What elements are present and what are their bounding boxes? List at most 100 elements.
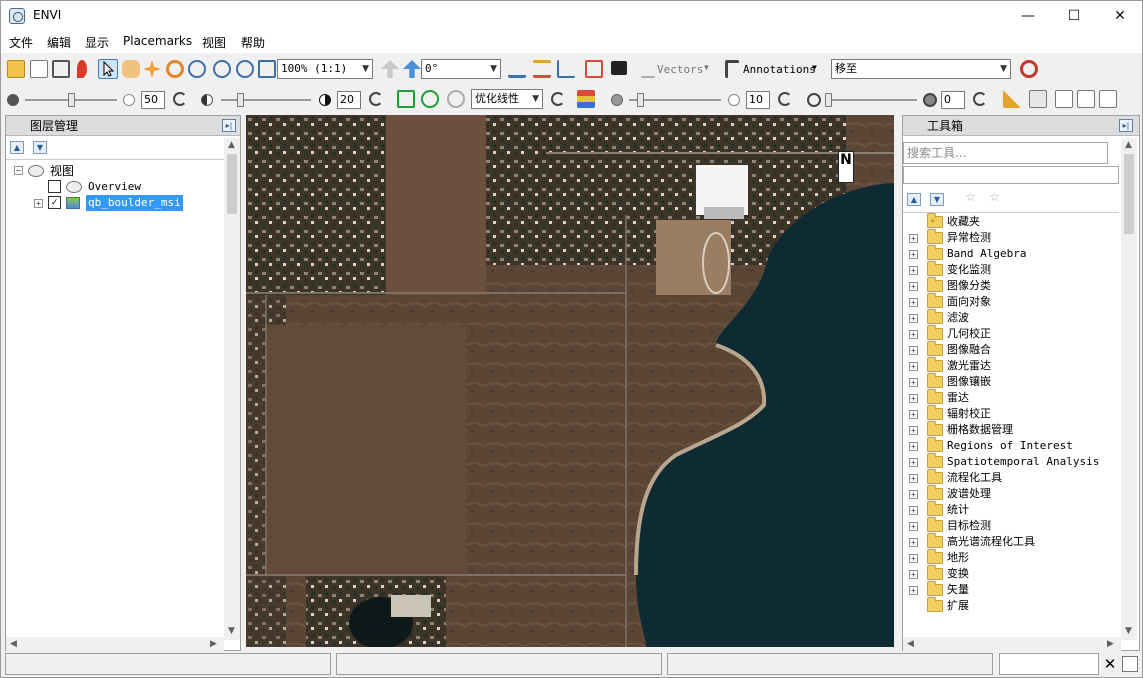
zoom-out-icon[interactable] [236,60,254,78]
toolbox-item[interactable]: + 雷达 [907,389,1117,406]
zoom-fit-icon[interactable] [258,60,276,78]
toolbox-item[interactable]: + 栅格数据管理 [907,421,1117,438]
toolbox-item-favorites[interactable]: ★ 收藏夹 [907,213,1117,230]
zoom-combo[interactable]: 100% (1:1) ▼ [277,59,373,79]
expand-icon[interactable]: + [909,282,918,291]
reset-contrast-icon[interactable] [369,92,383,106]
contrast-slider-track[interactable] [221,99,311,101]
scroll-up-icon[interactable]: ▲ [1125,140,1132,150]
menu-edit[interactable]: 编辑 [47,34,71,51]
view-grid-icon[interactable] [1099,90,1117,108]
expand-icon[interactable]: + [909,442,918,451]
annotations-button[interactable]: Annotations [743,63,816,76]
scroll-right-icon[interactable]: ▶ [1107,639,1114,649]
favorite-add-icon[interactable]: ☆ [965,190,976,204]
brightness-value-field[interactable]: 50 [141,91,165,109]
expand-icon[interactable]: + [909,330,918,339]
expand-icon[interactable]: + [909,266,918,275]
menu-display[interactable]: 显示 [85,34,109,51]
toolbox-item[interactable]: + 辐射校正 [907,405,1117,422]
cursor-value-icon[interactable] [508,60,526,78]
move-up-icon[interactable]: ▲ [10,141,24,154]
ruler-icon[interactable] [1003,90,1021,108]
contrast-value-field[interactable]: 20 [337,91,361,109]
scroll-left-icon[interactable]: ◀ [10,639,17,649]
toolbox-item[interactable]: + 波谱处理 [907,485,1117,502]
pixel-locator-icon[interactable] [611,61,627,75]
expand-icon[interactable]: + [909,586,918,595]
toolbox-item[interactable]: + 矢量 [907,581,1117,598]
favorite-remove-icon[interactable]: ☆ [989,190,1000,204]
expand-icon[interactable]: + [909,346,918,355]
cancel-process-icon[interactable]: ✕ [1102,655,1118,673]
roi-icon[interactable] [585,60,603,78]
toolbox-item[interactable]: + 目标检测 [907,517,1117,534]
vectors-button[interactable]: Vectors [657,63,703,76]
stretch-type-combo[interactable]: 优化线性 ▼ [471,89,543,109]
minimize-button[interactable]: — [1005,1,1051,31]
chart-icon[interactable] [557,60,575,78]
toolbox-item[interactable]: 扩展 [907,597,1117,614]
expand-icon[interactable]: + [34,199,43,208]
expand-icon[interactable]: + [909,298,918,307]
histogram-icon[interactable] [577,90,595,108]
scroll-down-icon[interactable]: ▼ [228,626,235,636]
view-single-icon[interactable] [1029,90,1047,108]
toolbox-item[interactable]: + Spatiotemporal Analysis [907,453,1117,470]
zoom-in-icon[interactable] [213,60,231,78]
rotate-up-icon[interactable] [403,60,421,78]
view-split-vertical-icon[interactable] [1055,90,1073,108]
scroll-left-icon[interactable]: ◀ [907,639,914,649]
reset-stretch-icon[interactable] [551,92,565,106]
transparency-value-field[interactable]: 0 [941,91,965,109]
scroll-down-icon[interactable]: ▼ [1125,626,1132,636]
collapse-all-icon[interactable]: ▲ [907,193,921,206]
expand-icon[interactable]: + [909,554,918,563]
toolbox-item[interactable]: + 异常检测 [907,229,1117,246]
layer-horizontal-scrollbar[interactable]: ◀ ▶ [6,637,224,653]
tree-root-view[interactable]: − 视图 [12,163,212,179]
sharpen-slider-thumb[interactable] [637,93,644,107]
expand-icon[interactable]: + [909,490,918,499]
toolbox-item[interactable]: + 统计 [907,501,1117,518]
rotate-north-icon[interactable] [381,60,399,78]
expand-icon[interactable]: + [909,250,918,259]
menu-help[interactable]: 帮助 [241,34,265,51]
toolbox-horizontal-scrollbar[interactable]: ◀ ▶ [903,637,1121,653]
toolbox-item[interactable]: + 变化监测 [907,261,1117,278]
toolbox-item[interactable]: + Regions of Interest [907,437,1117,454]
expand-icon[interactable]: + [909,570,918,579]
reset-sharpen-icon[interactable] [778,92,792,106]
toolbox-item[interactable]: + 面向对象 [907,293,1117,310]
expand-icon[interactable]: + [909,378,918,387]
rotation-combo[interactable]: 0° ▼ [421,59,501,79]
maximize-button[interactable]: ☐ [1051,1,1097,31]
close-button[interactable]: ✕ [1097,1,1143,31]
qb-boulder-msi-checkbox[interactable]: ✓ [48,196,61,209]
tree-item-overview[interactable]: Overview [12,179,212,195]
process-manager-icon[interactable] [1122,656,1138,672]
annotation-icon[interactable] [725,60,739,78]
toolbox-item[interactable]: + 图像分类 [907,277,1117,294]
toolbox-item[interactable]: + 高光谱流程化工具 [907,533,1117,550]
brightness-slider-thumb[interactable] [68,93,75,107]
scroll-up-icon[interactable]: ▲ [228,140,235,150]
menu-placemarks[interactable]: Placemarks [123,34,192,48]
fly-icon[interactable] [143,60,161,78]
overview-checkbox[interactable] [48,180,61,193]
open-file-icon[interactable] [7,60,25,78]
move-down-icon[interactable]: ▼ [33,141,47,154]
toolbox-item[interactable]: + 地形 [907,549,1117,566]
toolbox-vertical-scrollbar[interactable]: ▲ ▼ [1121,138,1137,640]
expand-icon[interactable]: + [909,394,918,403]
pin-icon[interactable]: ▸| [1119,119,1133,132]
expand-icon[interactable]: + [909,538,918,547]
expand-icon[interactable]: + [909,410,918,419]
goto-location-icon[interactable] [1020,60,1038,78]
expand-icon[interactable]: + [909,362,918,371]
toolbox-item[interactable]: + 图像镶嵌 [907,373,1117,390]
expand-all-icon[interactable]: ▼ [930,193,944,206]
rotate-icon[interactable] [166,60,184,78]
vectors-icon[interactable] [641,60,655,78]
expand-icon[interactable]: + [909,234,918,243]
